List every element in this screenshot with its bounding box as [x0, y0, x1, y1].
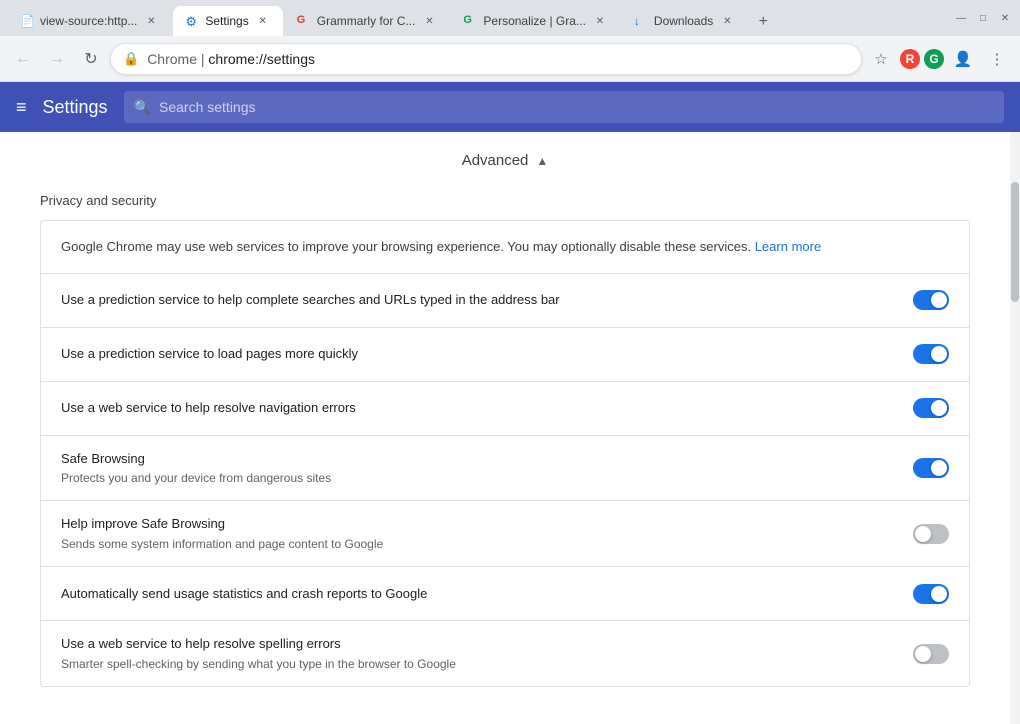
- setting-row-nav-errors: Use a web service to help resolve naviga…: [41, 382, 969, 436]
- omnibar-actions: ☆ R G 👤 ⋮: [866, 44, 1012, 74]
- tab-favicon-view-source: 📄: [20, 14, 34, 28]
- tab-favicon-settings: ⚙: [185, 14, 199, 28]
- toggle-knob-safe-browsing: [931, 460, 947, 476]
- forward-button[interactable]: →: [42, 44, 72, 74]
- toggle-knob-usage-stats: [931, 586, 947, 602]
- setting-row-improve-safe-browsing: Help improve Safe Browsing Sends some sy…: [41, 501, 969, 567]
- tab-favicon-grammarly: G: [297, 14, 311, 28]
- toggle-safe-browsing[interactable]: [913, 458, 949, 478]
- setting-title-nav-errors: Use a web service to help resolve naviga…: [61, 399, 893, 417]
- privacy-section-title: Privacy and security: [0, 185, 1010, 220]
- security-icon: 🔒: [123, 51, 139, 67]
- tab-close-view-source[interactable]: ✕: [143, 13, 159, 29]
- tab-personalize[interactable]: G Personalize | Gra... ✕: [451, 6, 620, 36]
- setting-row-usage-stats: Automatically send usage statistics and …: [41, 567, 969, 621]
- toggle-nav-errors[interactable]: [913, 398, 949, 418]
- setting-title-spelling-errors: Use a web service to help resolve spelli…: [61, 635, 893, 653]
- extension-icon-2[interactable]: G: [924, 49, 944, 69]
- setting-desc-spelling-errors: Smarter spell-checking by sending what y…: [61, 656, 893, 673]
- tab-strip: 📄 view-source:http... ✕ ⚙ Settings ✕ G G…: [8, 0, 954, 36]
- advanced-header[interactable]: Advanced ▲: [0, 132, 1010, 185]
- new-tab-button[interactable]: +: [749, 8, 777, 36]
- settings-page-title: Settings: [43, 97, 108, 118]
- setting-text-prediction-pages: Use a prediction service to load pages m…: [61, 345, 913, 363]
- toggle-knob-spelling-errors: [915, 646, 931, 662]
- titlebar: 📄 view-source:http... ✕ ⚙ Settings ✕ G G…: [0, 0, 1020, 36]
- setting-title-improve-safe-browsing: Help improve Safe Browsing: [61, 515, 893, 533]
- hamburger-menu[interactable]: ≡: [16, 97, 27, 118]
- minimize-button[interactable]: —: [954, 11, 968, 25]
- setting-title-prediction-pages: Use a prediction service to load pages m…: [61, 345, 893, 363]
- tab-downloads[interactable]: ↓ Downloads ✕: [622, 6, 747, 36]
- privacy-card: Google Chrome may use web services to im…: [40, 220, 970, 687]
- setting-text-improve-safe-browsing: Help improve Safe Browsing Sends some sy…: [61, 515, 913, 552]
- toggle-knob-prediction-search: [931, 292, 947, 308]
- setting-desc-improve-safe-browsing: Sends some system information and page c…: [61, 536, 893, 553]
- tab-close-settings[interactable]: ✕: [255, 13, 271, 29]
- setting-desc-safe-browsing: Protects you and your device from danger…: [61, 470, 893, 487]
- setting-title-usage-stats: Automatically send usage statistics and …: [61, 585, 893, 603]
- address-brand: Chrome | chrome://settings: [147, 51, 849, 67]
- info-text: Google Chrome may use web services to im…: [61, 239, 751, 254]
- tab-favicon-personalize: G: [463, 14, 477, 28]
- setting-text-nav-errors: Use a web service to help resolve naviga…: [61, 399, 913, 417]
- address-bar[interactable]: 🔒 Chrome | chrome://settings: [110, 43, 862, 75]
- scrollbar-thumb[interactable]: [1011, 182, 1019, 302]
- bookmark-button[interactable]: ☆: [866, 44, 896, 74]
- tab-label-downloads: Downloads: [654, 14, 713, 28]
- content-area: Advanced ▲ Privacy and security Google C…: [0, 132, 1010, 724]
- tab-grammarly[interactable]: G Grammarly for C... ✕: [285, 6, 450, 36]
- setting-text-prediction-search: Use a prediction service to help complet…: [61, 291, 913, 309]
- settings-app: ≡ Settings 🔍 Advanced ▲ Privacy and secu…: [0, 82, 1020, 724]
- setting-text-usage-stats: Automatically send usage statistics and …: [61, 585, 913, 603]
- setting-row-prediction-pages: Use a prediction service to load pages m…: [41, 328, 969, 382]
- tab-close-downloads[interactable]: ✕: [719, 13, 735, 29]
- tab-view-source[interactable]: 📄 view-source:http... ✕: [8, 6, 171, 36]
- advanced-arrow-icon: ▲: [536, 154, 548, 168]
- search-input[interactable]: [159, 99, 994, 115]
- window-controls: — □ ✕: [954, 11, 1012, 25]
- back-button[interactable]: ←: [8, 44, 38, 74]
- profile-button[interactable]: 👤: [948, 44, 978, 74]
- search-icon: 🔍: [134, 99, 151, 116]
- setting-text-safe-browsing: Safe Browsing Protects you and your devi…: [61, 450, 913, 487]
- setting-row-spelling-errors: Use a web service to help resolve spelli…: [41, 621, 969, 686]
- scrollbar[interactable]: [1010, 132, 1020, 724]
- toggle-usage-stats[interactable]: [913, 584, 949, 604]
- maximize-button[interactable]: □: [976, 11, 990, 25]
- tab-label-grammarly: Grammarly for C...: [317, 14, 416, 28]
- tab-favicon-downloads: ↓: [634, 14, 648, 28]
- advanced-label: Advanced: [462, 152, 529, 169]
- tab-label-personalize: Personalize | Gra...: [483, 14, 586, 28]
- info-row: Google Chrome may use web services to im…: [41, 221, 969, 274]
- toggle-knob-nav-errors: [931, 400, 947, 416]
- tab-close-personalize[interactable]: ✕: [592, 13, 608, 29]
- tab-label-settings: Settings: [205, 14, 248, 28]
- tab-close-grammarly[interactable]: ✕: [421, 13, 437, 29]
- settings-content: Advanced ▲ Privacy and security Google C…: [0, 132, 1020, 724]
- close-button[interactable]: ✕: [998, 11, 1012, 25]
- toggle-spelling-errors[interactable]: [913, 644, 949, 664]
- menu-button[interactable]: ⋮: [982, 44, 1012, 74]
- setting-text-spelling-errors: Use a web service to help resolve spelli…: [61, 635, 913, 672]
- learn-more-link[interactable]: Learn more: [755, 239, 821, 254]
- reload-button[interactable]: ↻: [76, 44, 106, 74]
- setting-title-prediction-search: Use a prediction service to help complet…: [61, 291, 893, 309]
- setting-title-safe-browsing: Safe Browsing: [61, 450, 893, 468]
- setting-row-prediction-search: Use a prediction service to help complet…: [41, 274, 969, 328]
- toggle-knob-prediction-pages: [931, 346, 947, 362]
- setting-row-safe-browsing: Safe Browsing Protects you and your devi…: [41, 436, 969, 502]
- toggle-prediction-pages[interactable]: [913, 344, 949, 364]
- omnibar: ← → ↻ 🔒 Chrome | chrome://settings ☆ R G…: [0, 36, 1020, 82]
- toggle-prediction-search[interactable]: [913, 290, 949, 310]
- toggle-improve-safe-browsing[interactable]: [913, 524, 949, 544]
- settings-header: ≡ Settings 🔍: [0, 82, 1020, 132]
- toggle-knob-improve-safe-browsing: [915, 526, 931, 542]
- extension-icon-1[interactable]: R: [900, 49, 920, 69]
- tab-label-view-source: view-source:http...: [40, 14, 137, 28]
- tab-settings[interactable]: ⚙ Settings ✕: [173, 6, 282, 36]
- settings-search-bar[interactable]: 🔍: [124, 91, 1004, 123]
